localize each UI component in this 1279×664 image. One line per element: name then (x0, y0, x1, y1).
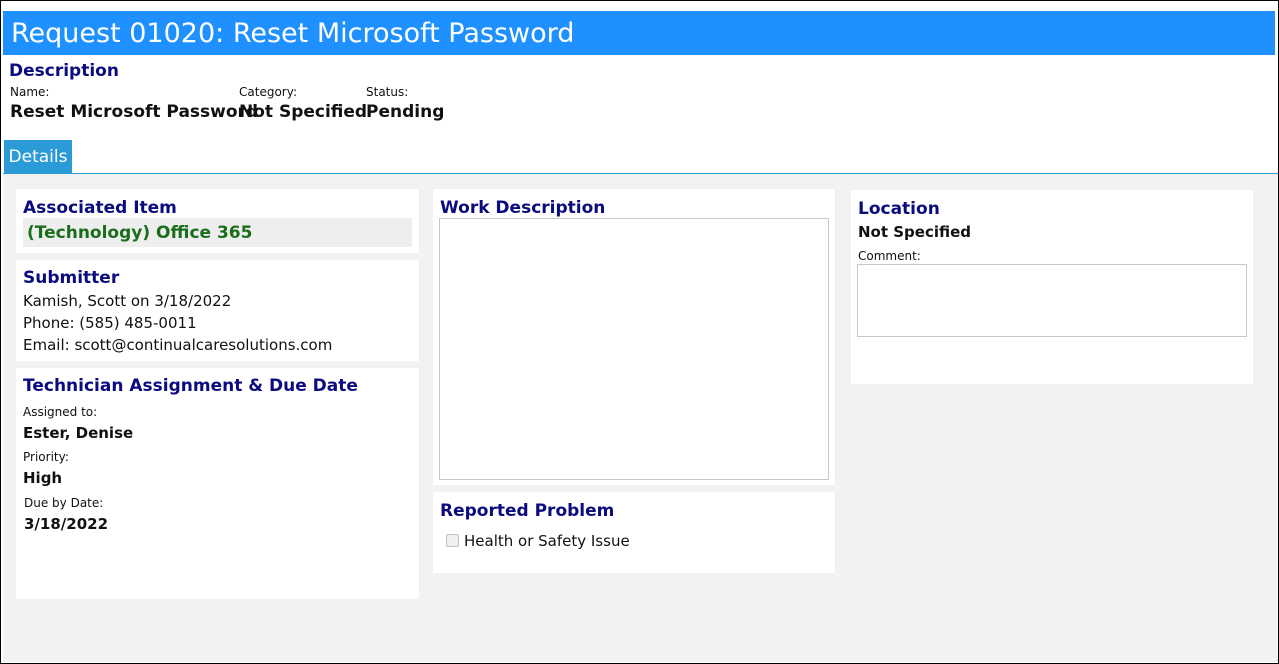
submitter-heading: Submitter (23, 268, 120, 288)
assigned-to-label: Assigned to: (23, 405, 98, 419)
category-value: Not Specified (239, 102, 368, 122)
description-heading: Description (9, 61, 119, 81)
due-date-value: 3/18/2022 (24, 515, 109, 533)
associated-item-value: (Technology) Office 365 (27, 223, 253, 243)
title-bar: Request 01020: Reset Microsoft Password (3, 11, 1275, 55)
category-label: Category: (239, 85, 297, 99)
category-field: Category: Not Specified (239, 85, 367, 122)
associated-item-card: Associated Item (Technology) Office 365 (16, 189, 419, 253)
submitter-name-date: Kamish, Scott on 3/18/2022 (23, 292, 232, 310)
health-safety-label: Health or Safety Issue (464, 532, 630, 550)
assigned-to-value: Ester, Denise (23, 424, 134, 442)
submitter-card: Submitter Kamish, Scott on 3/18/2022 Pho… (16, 260, 419, 361)
reported-problem-heading: Reported Problem (440, 501, 615, 521)
request-window: Request 01020: Reset Microsoft Password … (0, 0, 1279, 664)
details-panel: Associated Item (Technology) Office 365 … (3, 174, 1278, 662)
location-heading: Location (858, 199, 940, 219)
status-value: Pending (366, 102, 445, 122)
associated-item-link[interactable]: (Technology) Office 365 (23, 218, 412, 247)
work-description-heading: Work Description (440, 198, 606, 218)
work-description-card: Work Description (433, 189, 835, 485)
submitter-phone: Phone: (585) 485-0011 (23, 314, 197, 332)
page-title: Request 01020: Reset Microsoft Password (11, 18, 575, 49)
location-value: Not Specified (858, 223, 972, 241)
name-label: Name: (10, 85, 50, 99)
name-field: Name: Reset Microsoft Password (10, 85, 258, 122)
comment-textarea[interactable] (857, 264, 1247, 337)
due-date-label: Due by Date: (24, 496, 104, 510)
tab-details[interactable]: Details (4, 140, 72, 173)
priority-value: High (23, 469, 63, 487)
work-description-textarea[interactable] (439, 218, 829, 480)
status-field: Status: Pending (366, 85, 444, 122)
comment-label: Comment: (858, 249, 921, 263)
status-label: Status: (366, 85, 409, 99)
name-value: Reset Microsoft Password (10, 102, 259, 122)
submitter-email: Email: scott@continualcaresolutions.com (23, 336, 333, 354)
priority-label: Priority: (23, 450, 69, 464)
technician-card: Technician Assignment & Due Date Assigne… (16, 368, 419, 599)
associated-item-heading: Associated Item (23, 198, 177, 218)
technician-heading: Technician Assignment & Due Date (23, 376, 358, 396)
reported-problem-card: Reported Problem Health or Safety Issue (433, 492, 835, 573)
location-card: Location Not Specified Comment: (851, 190, 1253, 384)
health-safety-checkbox[interactable] (446, 534, 459, 547)
